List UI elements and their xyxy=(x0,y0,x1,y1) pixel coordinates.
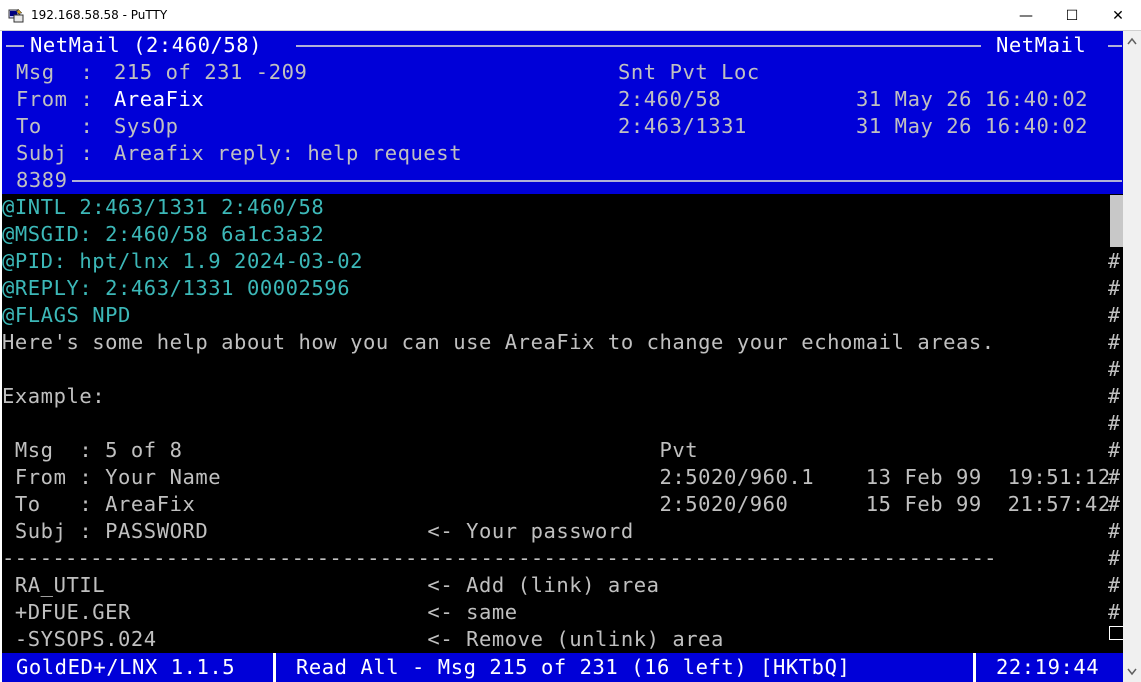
from-address: 2:460/58 xyxy=(618,87,722,111)
scroll-track-mark: # xyxy=(1108,357,1121,381)
maximize-icon: ☐ xyxy=(1065,7,1079,24)
minimize-button[interactable]: — xyxy=(1003,0,1049,31)
from-label: From : xyxy=(16,87,94,111)
area-title-right: NetMail xyxy=(996,33,1087,57)
from-date: 31 May 26 16:40:02 xyxy=(856,87,1089,111)
area-title: NetMail (2:460/58) xyxy=(30,33,263,57)
status-mode: Read All - Msg 215 of 231 (16 left) [HKT… xyxy=(296,655,851,679)
scroll-up-icon[interactable] xyxy=(1127,37,1137,45)
status-divider xyxy=(973,653,976,682)
scroll-track-mark: # xyxy=(1108,303,1121,327)
header-rule xyxy=(72,180,1122,182)
scroll-track-mark: # xyxy=(1108,600,1121,624)
to-address: 2:463/1331 xyxy=(618,114,747,138)
body-line: +DFUE.GER <- same xyxy=(2,600,518,624)
scroll-track-mark: # xyxy=(1108,546,1121,570)
scroll-track-mark: # xyxy=(1108,492,1121,516)
msg-label: Msg : xyxy=(16,60,94,84)
kludge-line: @PID: hpt/lnx 1.9 2024-03-02 xyxy=(2,249,363,273)
body-line: Subj : PASSWORD <- Your password xyxy=(2,519,634,543)
to-date: 31 May 26 16:40:02 xyxy=(856,114,1089,138)
status-divider xyxy=(273,653,276,682)
scroll-track-mark: # xyxy=(1108,465,1121,489)
body-line: From : Your Name 2:5020/960.1 13 Feb 99 … xyxy=(2,465,1111,489)
maximize-button[interactable]: ☐ xyxy=(1049,0,1095,31)
scroll-track-mark: # xyxy=(1108,384,1121,408)
window-title: 192.168.58.58 - PuTTY xyxy=(31,8,168,22)
close-icon: ✕ xyxy=(1112,7,1124,24)
subj-label: Subj : xyxy=(16,141,94,165)
header-rule xyxy=(296,45,981,47)
body-line: -SYSOPS.024 <- Remove (unlink) area xyxy=(2,627,724,651)
msg-number: 215 of 231 -209 xyxy=(114,60,308,84)
scroll-track-mark: # xyxy=(1108,411,1121,435)
program-name: GoldED+/LNX 1.1.5 xyxy=(16,655,236,679)
message-counter: 8389 xyxy=(16,168,68,192)
window-scrollbar[interactable] xyxy=(1123,31,1141,682)
body-divider: ----------------------------------------… xyxy=(2,546,997,570)
to-name: SysOp xyxy=(114,114,179,138)
body-line: Msg : 5 of 8 Pvt xyxy=(2,438,699,462)
close-button[interactable]: ✕ xyxy=(1095,0,1141,31)
header-rule xyxy=(6,45,24,47)
scroll-track-mark: # xyxy=(1108,573,1121,597)
body-line: RA_UTIL <- Add (link) area xyxy=(2,573,660,597)
scroll-position-marker xyxy=(1109,626,1123,640)
scroll-track-mark: # xyxy=(1108,330,1121,354)
kludge-line: @FLAGS NPD xyxy=(2,303,131,327)
from-name: AreaFix xyxy=(114,87,205,111)
scroll-track-mark: # xyxy=(1108,438,1121,462)
kludge-line: @MSGID: 2:460/58 6a1c3a32 xyxy=(2,222,325,246)
message-scroll-thumb[interactable] xyxy=(1110,195,1123,247)
body-line: Example: xyxy=(2,384,106,408)
scroll-track-mark: # xyxy=(1108,249,1121,273)
status-clock: 22:19:44 xyxy=(996,655,1100,679)
kludge-line: @REPLY: 2:463/1331 00002596 xyxy=(2,276,351,300)
putty-icon xyxy=(8,8,24,23)
to-label: To : xyxy=(16,114,94,138)
terminal-screen[interactable]: NetMail (2:460/58) NetMail Msg : 215 of … xyxy=(2,31,1123,682)
body-line: To : AreaFix 2:5020/960 15 Feb 99 21:57:… xyxy=(2,492,1111,516)
subject: Areafix reply: help request xyxy=(114,141,463,165)
scroll-track-mark: # xyxy=(1108,276,1121,300)
scroll-down-icon[interactable] xyxy=(1127,668,1137,676)
message-flags-header: Snt Pvt Loc xyxy=(618,60,760,84)
scroll-track-mark: # xyxy=(1108,519,1121,543)
body-line: Here's some help about how you can use A… xyxy=(2,330,995,354)
kludge-line: @INTL 2:463/1331 2:460/58 xyxy=(2,195,325,219)
minimize-icon: — xyxy=(1019,7,1033,24)
window-titlebar[interactable]: 192.168.58.58 - PuTTY — ☐ ✕ xyxy=(0,0,1141,31)
header-rule xyxy=(1108,45,1122,47)
